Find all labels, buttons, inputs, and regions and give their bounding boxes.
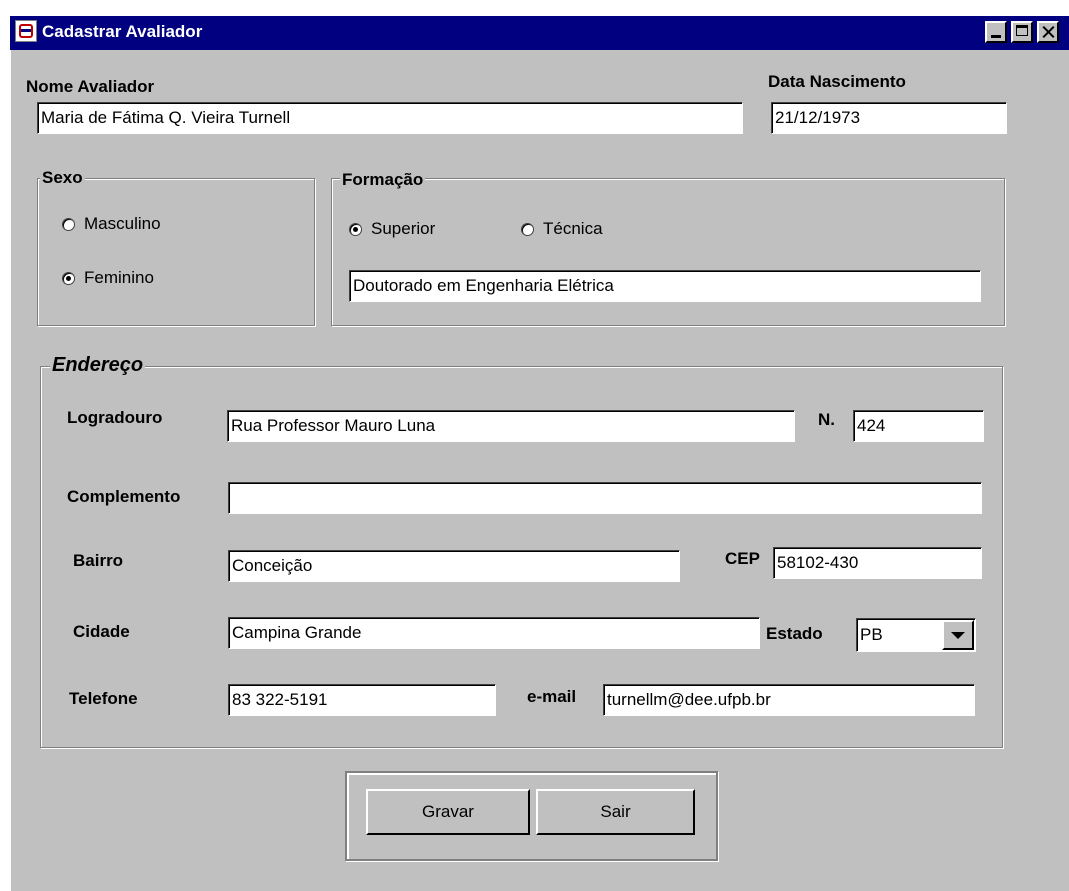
- data-nascimento-label: Data Nascimento: [768, 72, 906, 91]
- sair-button[interactable]: Sair: [536, 789, 695, 835]
- radio-tecnica-label: Técnica: [543, 219, 603, 238]
- maximize-icon[interactable]: [1011, 21, 1033, 43]
- chevron-down-icon[interactable]: [942, 620, 974, 650]
- nome-label: Nome Avaliador: [26, 77, 155, 96]
- email-label: e-mail: [527, 687, 577, 706]
- telefone-field[interactable]: 83 322-5191: [228, 684, 496, 716]
- cep-field[interactable]: 58102-430: [773, 547, 982, 579]
- endereco-legend: Endereço: [50, 354, 146, 376]
- radio-superior-label: Superior: [371, 219, 436, 238]
- email-field[interactable]: turnellm@dee.ufpb.br: [603, 684, 975, 716]
- radio-masculino-label: Masculino: [84, 214, 161, 233]
- radio-tecnica[interactable]: Técnica: [521, 219, 603, 239]
- estado-label: Estado: [766, 624, 823, 643]
- gravar-button[interactable]: Gravar: [366, 789, 530, 835]
- formacao-group: [331, 178, 1005, 326]
- cidade-field[interactable]: Campina Grande: [228, 617, 760, 649]
- cidade-label: Cidade: [73, 622, 130, 641]
- complemento-label: Complemento: [67, 487, 181, 506]
- bairro-label: Bairro: [73, 551, 124, 570]
- numero-field[interactable]: 424: [853, 410, 984, 442]
- radio-button-icon: [521, 222, 534, 236]
- window-title: Cadastrar Avaliador: [42, 22, 203, 41]
- title-bar[interactable]: Cadastrar Avaliador: [10, 16, 1069, 50]
- radio-feminino[interactable]: Feminino: [62, 268, 154, 288]
- logradouro-field[interactable]: Rua Professor Mauro Luna: [227, 410, 795, 442]
- sexo-group: [37, 178, 315, 326]
- telefone-label: Telefone: [69, 689, 138, 708]
- close-icon[interactable]: [1037, 21, 1059, 43]
- formacao-field[interactable]: Doutorado em Engenharia Elétrica: [349, 270, 981, 302]
- radio-button-selected-icon: [349, 222, 362, 236]
- data-nascimento-field[interactable]: 21/12/1973: [771, 102, 1007, 134]
- radio-button-icon: [62, 217, 75, 231]
- estado-value: PB: [860, 625, 883, 644]
- estado-select[interactable]: PB: [856, 618, 976, 652]
- bairro-field[interactable]: Conceição: [228, 550, 680, 582]
- logradouro-label: Logradouro: [67, 408, 163, 427]
- minimize-icon[interactable]: [985, 21, 1007, 43]
- nome-field[interactable]: Maria de Fátima Q. Vieira Turnell: [37, 102, 743, 134]
- sexo-legend: Sexo: [40, 168, 85, 188]
- cep-label: CEP: [725, 549, 760, 568]
- app-icon[interactable]: [15, 20, 37, 42]
- complemento-field[interactable]: [228, 482, 982, 514]
- radio-button-selected-icon: [62, 271, 75, 285]
- numero-label: N.: [818, 410, 835, 429]
- radio-feminino-label: Feminino: [84, 268, 154, 287]
- radio-superior[interactable]: Superior: [349, 219, 435, 239]
- radio-masculino[interactable]: Masculino: [62, 214, 161, 234]
- formacao-legend: Formação: [340, 170, 426, 190]
